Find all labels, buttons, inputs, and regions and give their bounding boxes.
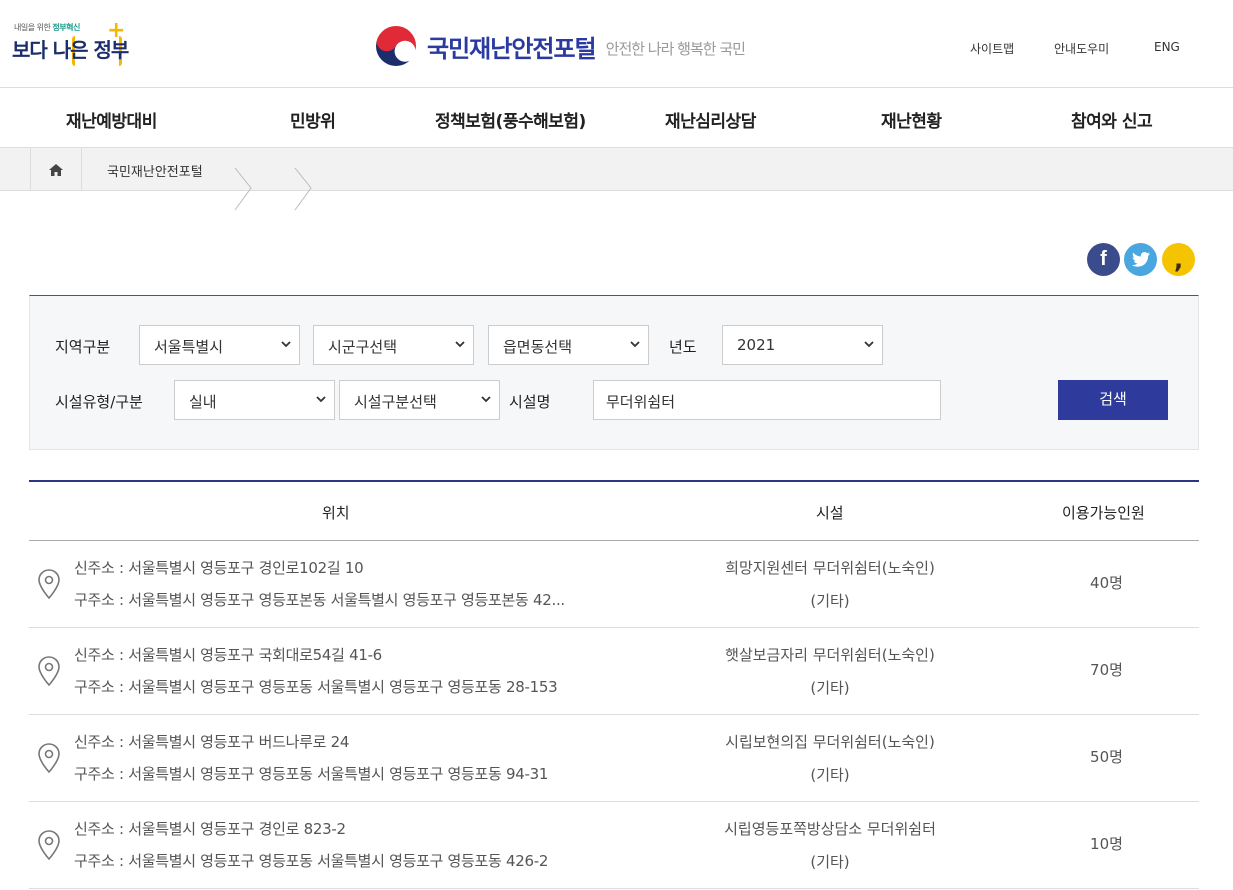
capacity: 10명	[1090, 835, 1123, 853]
header-location: 위치	[322, 504, 350, 522]
region-label: 지역구분	[55, 338, 111, 356]
table-row[interactable]: 신주소 : 서울특별시 영등포구 경인로 823-2 구주소 : 서울특별시 영…	[29, 802, 1199, 889]
location-pin-icon	[38, 743, 60, 773]
main-navigation: 재난예방대비 민방위 정책보험(풍수해보험) 재난심리상담 재난현황 참여와 신…	[0, 88, 1233, 148]
facility-type: (기타)	[810, 592, 850, 610]
old-address: 구주소 : 서울특별시 영등포구 영등포동 서울특별시 영등포구 영등포동 28…	[74, 678, 558, 696]
facility-name: 시립보현의집 무더위쉼터(노숙인)	[725, 733, 935, 751]
old-address: 구주소 : 서울특별시 영등포구 영등포본동 서울특별시 영등포구 영등포본동 …	[74, 591, 565, 609]
new-address: 신주소 : 서울특별시 영등포구 경인로102길 10	[74, 559, 364, 577]
taegeuk-emblem-icon	[374, 24, 418, 68]
government-innovation-logo[interactable]: 내일을 위한 정부혁신 + 보다 나은 정부	[12, 20, 129, 68]
facility-type: (기타)	[810, 679, 850, 697]
eupmyeondong-select-value: 읍면동선택	[503, 338, 573, 356]
nav-disaster-status[interactable]: 재난현황	[881, 107, 942, 132]
chevron-down-icon	[316, 396, 326, 403]
chevron-down-icon	[481, 396, 491, 403]
sitemap-link[interactable]: 사이트맵	[970, 40, 1014, 57]
nav-civil-defense[interactable]: 민방위	[290, 107, 336, 132]
sigungu-select[interactable]: 시군구선택	[313, 325, 474, 365]
search-button[interactable]: 검색	[1058, 380, 1168, 420]
gov-logo-caption: 내일을 위한 정부혁신	[14, 23, 80, 32]
table-row[interactable]: 신주소 : 서울특별시 영등포구 경인로102길 10 구주소 : 서울특별시 …	[29, 541, 1199, 628]
location-pin-icon	[38, 569, 60, 599]
shelter-result-table: 위치 시설 이용가능인원 신주소 : 서울특별시 영등포구 경인로102길 10…	[29, 480, 1199, 889]
capacity: 50명	[1090, 748, 1123, 766]
facility-name-input[interactable]: 무더위쉼터	[593, 380, 941, 420]
facility-type-select-value: 실내	[189, 393, 217, 411]
year-select-value: 2021	[737, 336, 776, 354]
portal-logo[interactable]: 국민재난안전포털 안전한 나라 행복한 국민	[374, 24, 746, 68]
twitter-share-button[interactable]	[1124, 243, 1157, 276]
year-label: 년도	[669, 338, 697, 356]
breadcrumb-home[interactable]	[30, 148, 82, 191]
twitter-icon	[1131, 252, 1150, 267]
english-link[interactable]: ENG	[1154, 40, 1180, 54]
sido-select[interactable]: 서울특별시	[139, 325, 300, 365]
home-icon	[49, 163, 63, 176]
portal-title: 국민재난안전포털	[427, 34, 597, 63]
search-panel: 지역구분 서울특별시 시군구선택 읍면동선택 년도 2021 시설유형/구분 실…	[29, 295, 1199, 450]
facility-type: (기타)	[810, 853, 850, 871]
nav-policy-insurance[interactable]: 정책보험(풍수해보험)	[435, 107, 586, 132]
facility-type-label: 시설유형/구분	[55, 393, 143, 411]
capacity: 70명	[1090, 661, 1123, 679]
year-select[interactable]: 2021	[722, 325, 883, 365]
kakaostory-icon: ,	[1173, 245, 1184, 274]
chevron-down-icon	[455, 341, 465, 348]
breadcrumb-separator-icon	[294, 168, 312, 211]
facility-name-label: 시설명	[509, 393, 551, 411]
guide-helper-link[interactable]: 안내도우미	[1054, 40, 1109, 57]
table-row[interactable]: 신주소 : 서울특별시 영등포구 버드나루로 24 구주소 : 서울특별시 영등…	[29, 715, 1199, 802]
chevron-down-icon	[630, 341, 640, 348]
facebook-share-button[interactable]: f	[1087, 243, 1120, 276]
chevron-down-icon	[281, 341, 291, 348]
capacity: 40명	[1090, 574, 1123, 592]
sido-select-value: 서울특별시	[154, 338, 224, 356]
header-facility: 시설	[816, 504, 844, 522]
nav-disaster-prevention[interactable]: 재난예방대비	[66, 107, 157, 132]
new-address: 신주소 : 서울특별시 영등포구 국회대로54길 41-6	[74, 646, 382, 664]
facility-type: (기타)	[810, 766, 850, 784]
old-address: 구주소 : 서울특별시 영등포구 영등포동 서울특별시 영등포구 영등포동 94…	[74, 765, 549, 783]
breadcrumb-separator-icon	[234, 168, 252, 211]
portal-slogan: 안전한 나라 행복한 국민	[605, 39, 746, 58]
facility-type-select[interactable]: 실내	[174, 380, 335, 420]
location-pin-icon	[38, 830, 60, 860]
facility-name: 희망지원센터 무더위쉼터(노숙인)	[725, 559, 935, 577]
facility-category-select[interactable]: 시설구분선택	[339, 380, 500, 420]
breadcrumb-portal-label[interactable]: 국민재난안전포털	[107, 161, 203, 180]
new-address: 신주소 : 서울특별시 영등포구 경인로 823-2	[74, 820, 346, 838]
location-pin-icon	[38, 656, 60, 686]
kakaostory-share-button[interactable]: ,	[1162, 243, 1195, 276]
new-address: 신주소 : 서울특별시 영등포구 버드나루로 24	[74, 733, 350, 751]
header-capacity: 이용가능인원	[1062, 504, 1145, 522]
sigungu-select-value: 시군구선택	[328, 338, 398, 356]
eupmyeondong-select[interactable]: 읍면동선택	[488, 325, 649, 365]
chevron-down-icon	[864, 341, 874, 348]
table-row[interactable]: 신주소 : 서울특별시 영등포구 국회대로54길 41-6 구주소 : 서울특별…	[29, 628, 1199, 715]
old-address: 구주소 : 서울특별시 영등포구 영등포동 서울특별시 영등포구 영등포동 42…	[74, 852, 549, 870]
gov-logo-text: 보다 나은 정부	[12, 38, 129, 62]
facebook-icon: f	[1100, 248, 1107, 270]
facility-name: 시립영등포쪽방상담소 무더위쉼터	[724, 820, 936, 838]
nav-disaster-counseling[interactable]: 재난심리상담	[665, 107, 756, 132]
site-header: 내일을 위한 정부혁신 + 보다 나은 정부 국민재난안전포털 안전한 나라 행…	[0, 0, 1233, 88]
facility-name: 햇살보금자리 무더위쉼터(노숙인)	[725, 646, 935, 664]
nav-participation-report[interactable]: 참여와 신고	[1071, 107, 1153, 132]
table-header: 위치 시설 이용가능인원	[29, 482, 1199, 541]
facility-category-select-value: 시설구분선택	[354, 393, 437, 411]
breadcrumb: 국민재난안전포털	[0, 148, 1233, 211]
